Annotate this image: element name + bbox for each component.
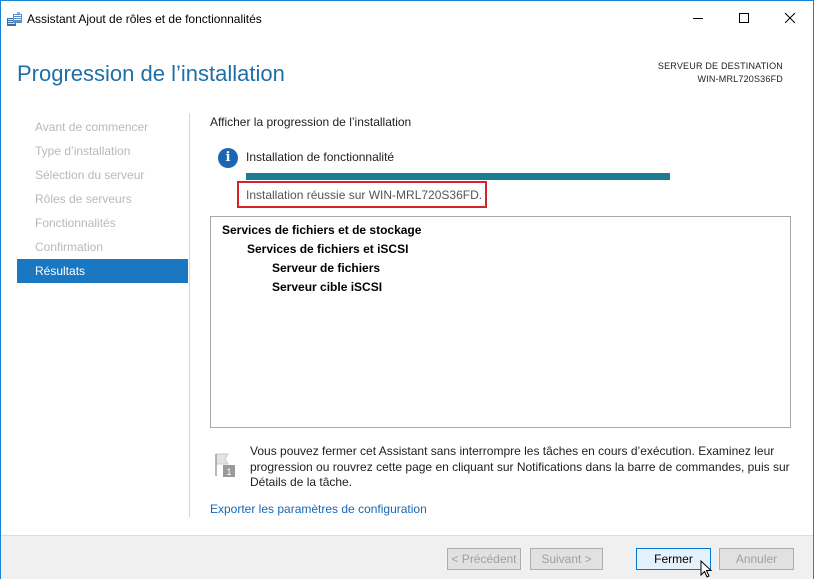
maximize-button[interactable] [721, 1, 767, 35]
title-bar[interactable]: Assistant Ajout de rôles et de fonctionn… [1, 1, 813, 37]
window-title: Assistant Ajout de rôles et de fonctionn… [27, 12, 262, 26]
result-item-file-iscsi-services: Services de fichiers et iSCSI [247, 242, 409, 256]
nav-item-resultats[interactable]: Résultats [17, 259, 188, 283]
page-title: Progression de l’installation [17, 61, 285, 86]
nav-item-avant-de-commencer[interactable]: Avant de commencer [17, 115, 188, 139]
export-config-link[interactable]: Exporter les paramètres de configuration [210, 502, 427, 516]
nav-item-type-installation[interactable]: Type d’installation [17, 139, 188, 163]
info-icon: i [218, 148, 238, 168]
close-icon [785, 13, 795, 23]
destination-server-label: SERVEUR DE DESTINATION [657, 61, 783, 71]
result-item-file-server: Serveur de fichiers [272, 261, 381, 275]
wizard-window: Assistant Ajout de rôles et de fonctionn… [0, 0, 814, 579]
minimize-icon [693, 18, 703, 19]
destination-server-name: WIN-MRL720S36FD [697, 74, 783, 84]
wizard-header: Progression de l’installation SERVEUR DE… [1, 37, 813, 103]
close-window-button[interactable] [767, 1, 813, 35]
cancel-button[interactable]: Annuler [719, 548, 794, 570]
maximize-icon [739, 13, 749, 23]
wizard-footer: < Précédent Suivant > Fermer Annuler [1, 535, 813, 579]
result-item-file-storage-services: Services de fichiers et de stockage [222, 223, 422, 237]
server-manager-icon [7, 12, 22, 26]
minimize-button[interactable] [675, 1, 721, 35]
result-item-iscsi-target-server: Serveur cible iSCSI [272, 280, 383, 294]
install-status-label: Installation de fonctionnalité [246, 150, 395, 164]
next-button[interactable]: Suivant > [530, 548, 603, 570]
previous-button[interactable]: < Précédent [447, 548, 521, 570]
nav-item-selection-serveur[interactable]: Sélection du serveur [17, 163, 188, 187]
results-list[interactable]: Services de fichiers et de stockage Serv… [210, 216, 791, 428]
nav-divider [189, 113, 190, 517]
nav-item-fonctionnalites[interactable]: Fonctionnalités [17, 211, 188, 235]
section-subtitle: Afficher la progression de l’installatio… [210, 115, 412, 129]
nav-item-roles-serveurs[interactable]: Rôles de serveurs [17, 187, 188, 211]
wizard-steps-nav: Avant de commencer Type d’installation S… [17, 115, 188, 283]
success-message: Installation réussie sur WIN-MRL720S36FD… [246, 188, 483, 202]
svg-text:1: 1 [226, 467, 231, 477]
task-flag-icon: 1 [215, 453, 235, 477]
installation-progress-bar [246, 173, 670, 180]
mouse-cursor-icon [700, 559, 713, 578]
info-note: Vous pouvez fermer cet Assistant sans in… [250, 444, 790, 489]
progress-fill [246, 173, 670, 180]
nav-item-confirmation[interactable]: Confirmation [17, 235, 188, 259]
